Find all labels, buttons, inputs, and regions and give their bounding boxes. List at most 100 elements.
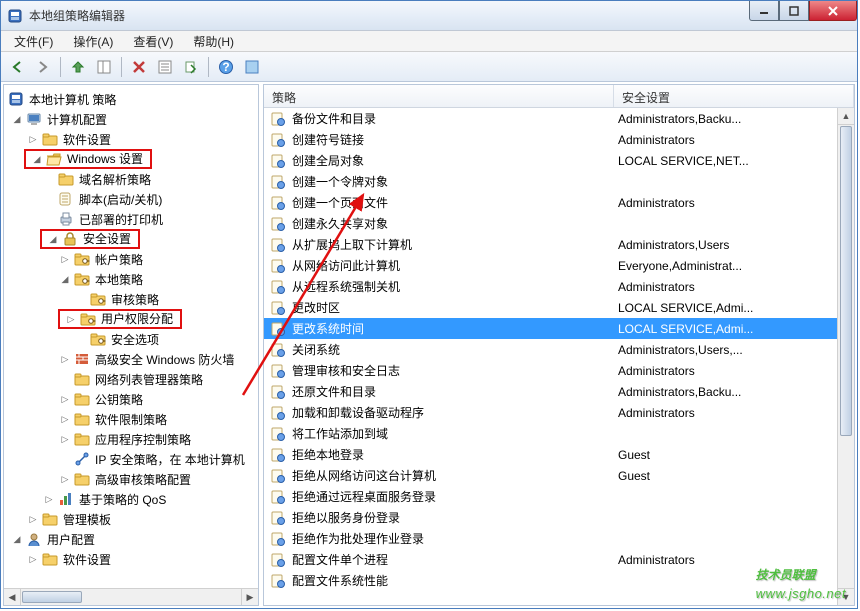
expand-icon[interactable]: ▷ xyxy=(42,494,56,505)
list-row[interactable]: 拒绝本地登录Guest xyxy=(264,444,854,465)
tree-nlm[interactable]: 网络列表管理器策略 xyxy=(4,369,258,389)
tree-pk[interactable]: ▷公钥策略 xyxy=(4,389,258,409)
list-row[interactable]: 创建一个令牌对象 xyxy=(264,171,854,192)
tree-root[interactable]: 本地计算机 策略 xyxy=(4,89,258,109)
list-row[interactable]: 从网络访问此计算机Everyone,Administrat... xyxy=(264,255,854,276)
collapse-icon[interactable]: ◢ xyxy=(10,534,24,545)
tree-software-settings-2[interactable]: ▷软件设置 xyxy=(4,549,258,569)
tree-local-policies[interactable]: ◢本地策略 xyxy=(4,269,258,289)
collapse-icon[interactable]: ◢ xyxy=(58,274,72,285)
list-body[interactable]: 备份文件和目录Administrators,Backu...创建符号链接Admi… xyxy=(264,108,854,605)
list-row[interactable]: 将工作站添加到域 xyxy=(264,423,854,444)
tree-deployed-printers[interactable]: 已部署的打印机 xyxy=(4,209,258,229)
scroll-left-icon[interactable]: ◀ xyxy=(4,589,21,605)
show-hide-tree-button[interactable] xyxy=(92,55,116,79)
minimize-button[interactable] xyxy=(749,1,779,21)
tree-audit-policy[interactable]: 审核策略 xyxy=(4,289,258,309)
toolbar xyxy=(1,52,857,82)
tree-srp[interactable]: ▷软件限制策略 xyxy=(4,409,258,429)
menu-action[interactable]: 操作(A) xyxy=(64,30,122,53)
properties-button[interactable] xyxy=(153,55,177,79)
tree-security-settings[interactable]: ◢安全设置 xyxy=(4,229,258,249)
forward-button[interactable] xyxy=(31,55,55,79)
list-row[interactable]: 管理审核和安全日志Administrators xyxy=(264,360,854,381)
tree-computer-config[interactable]: ◢计算机配置 xyxy=(4,109,258,129)
tree-security-options[interactable]: 安全选项 xyxy=(4,329,258,349)
list-row[interactable]: 从远程系统强制关机Administrators xyxy=(264,276,854,297)
tree-hscrollbar[interactable]: ◀ ▶ xyxy=(4,588,258,605)
col-policy[interactable]: 策略 xyxy=(264,85,614,107)
list-row[interactable]: 拒绝以服务身份登录 xyxy=(264,507,854,528)
list-row[interactable]: 更改系统时间LOCAL SERVICE,Admi... xyxy=(264,318,854,339)
help-button[interactable] xyxy=(214,55,238,79)
list-row[interactable]: 备份文件和目录Administrators,Backu... xyxy=(264,108,854,129)
scroll-up-icon[interactable]: ▲ xyxy=(838,108,854,125)
tree-windows-settings[interactable]: ◢Windows 设置 xyxy=(4,149,258,169)
expand-icon[interactable]: ▷ xyxy=(58,394,72,405)
up-button[interactable] xyxy=(66,55,90,79)
col-security[interactable]: 安全设置 xyxy=(614,85,854,107)
menu-help[interactable]: 帮助(H) xyxy=(184,30,243,53)
tree-ipsec[interactable]: IP 安全策略，在 本地计算机 xyxy=(4,449,258,469)
policy-icon xyxy=(270,384,286,400)
close-button[interactable] xyxy=(809,1,857,21)
collapse-icon[interactable]: ◢ xyxy=(10,114,24,125)
tree-qos[interactable]: ▷基于策略的 QoS xyxy=(4,489,258,509)
titlebar[interactable]: 本地组策略编辑器 xyxy=(1,1,857,31)
list-vscrollbar[interactable]: ▲ ▼ xyxy=(837,108,854,605)
expand-icon[interactable]: ▷ xyxy=(26,554,40,565)
export-button[interactable] xyxy=(179,55,203,79)
list-row[interactable]: 配置文件单个进程Administrators xyxy=(264,549,854,570)
tree-body[interactable]: 本地计算机 策略 ◢计算机配置 ▷软件设置 ◢Windows 设置 域名解析策略… xyxy=(4,85,258,588)
refresh-button[interactable] xyxy=(240,55,264,79)
tree-software-settings[interactable]: ▷软件设置 xyxy=(4,129,258,149)
scroll-right-icon[interactable]: ▶ xyxy=(241,589,258,605)
tree-admin-templates[interactable]: ▷管理模板 xyxy=(4,509,258,529)
list-row[interactable]: 配置文件系统性能 xyxy=(264,570,854,591)
menu-view[interactable]: 查看(V) xyxy=(124,30,182,53)
expand-icon[interactable]: ▷ xyxy=(58,354,72,365)
back-button[interactable] xyxy=(5,55,29,79)
list-row[interactable]: 创建一个页面文件Administrators xyxy=(264,192,854,213)
collapse-icon[interactable]: ◢ xyxy=(30,151,44,167)
scroll-thumb[interactable] xyxy=(840,126,852,436)
list-row[interactable]: 创建全局对象LOCAL SERVICE,NET... xyxy=(264,150,854,171)
tree-user-config[interactable]: ◢用户配置 xyxy=(4,529,258,549)
list-row[interactable]: 创建符号链接Administrators xyxy=(264,129,854,150)
list-row[interactable]: 还原文件和目录Administrators,Backu... xyxy=(264,381,854,402)
content-area: 本地计算机 策略 ◢计算机配置 ▷软件设置 ◢Windows 设置 域名解析策略… xyxy=(1,82,857,608)
list-row[interactable]: 加载和卸载设备驱动程序Administrators xyxy=(264,402,854,423)
list-row[interactable]: 关闭系统Administrators,Users,... xyxy=(264,339,854,360)
list-row[interactable]: 拒绝从网络访问这台计算机Guest xyxy=(264,465,854,486)
tree-scripts[interactable]: 脚本(启动/关机) xyxy=(4,189,258,209)
expand-icon[interactable]: ▷ xyxy=(64,311,78,327)
expand-icon[interactable]: ▷ xyxy=(58,434,72,445)
collapse-icon[interactable]: ◢ xyxy=(46,231,60,247)
expand-icon[interactable]: ▷ xyxy=(58,474,72,485)
scroll-down-icon[interactable]: ▼ xyxy=(838,588,854,605)
list-row[interactable]: 更改时区LOCAL SERVICE,Admi... xyxy=(264,297,854,318)
tree-user-rights[interactable]: ▷用户权限分配 xyxy=(4,309,258,329)
list-row[interactable]: 拒绝作为批处理作业登录 xyxy=(264,528,854,549)
expand-icon[interactable]: ▷ xyxy=(58,414,72,425)
tree-firewall[interactable]: ▷高级安全 Windows 防火墙 xyxy=(4,349,258,369)
list-header: 策略 安全设置 xyxy=(264,85,854,108)
tree-adv-audit[interactable]: ▷高级审核策略配置 xyxy=(4,469,258,489)
list-row[interactable]: 从扩展坞上取下计算机Administrators,Users xyxy=(264,234,854,255)
list-row[interactable]: 创建永久共享对象 xyxy=(264,213,854,234)
expand-icon[interactable]: ▷ xyxy=(26,514,40,525)
policy-icon xyxy=(270,405,286,421)
folder-sec-icon xyxy=(90,291,106,307)
tree-name-resolution[interactable]: 域名解析策略 xyxy=(4,169,258,189)
tree-acp[interactable]: ▷应用程序控制策略 xyxy=(4,429,258,449)
expand-icon[interactable]: ▷ xyxy=(58,254,72,265)
policy-name: 创建符号链接 xyxy=(292,131,364,148)
expand-icon[interactable]: ▷ xyxy=(26,134,40,145)
maximize-button[interactable] xyxy=(779,1,809,21)
window-title: 本地组策略编辑器 xyxy=(29,7,125,24)
tree-account-policies[interactable]: ▷帐户策略 xyxy=(4,249,258,269)
scroll-thumb[interactable] xyxy=(22,591,82,603)
list-row[interactable]: 拒绝通过远程桌面服务登录 xyxy=(264,486,854,507)
delete-button[interactable] xyxy=(127,55,151,79)
menu-file[interactable]: 文件(F) xyxy=(5,30,62,53)
